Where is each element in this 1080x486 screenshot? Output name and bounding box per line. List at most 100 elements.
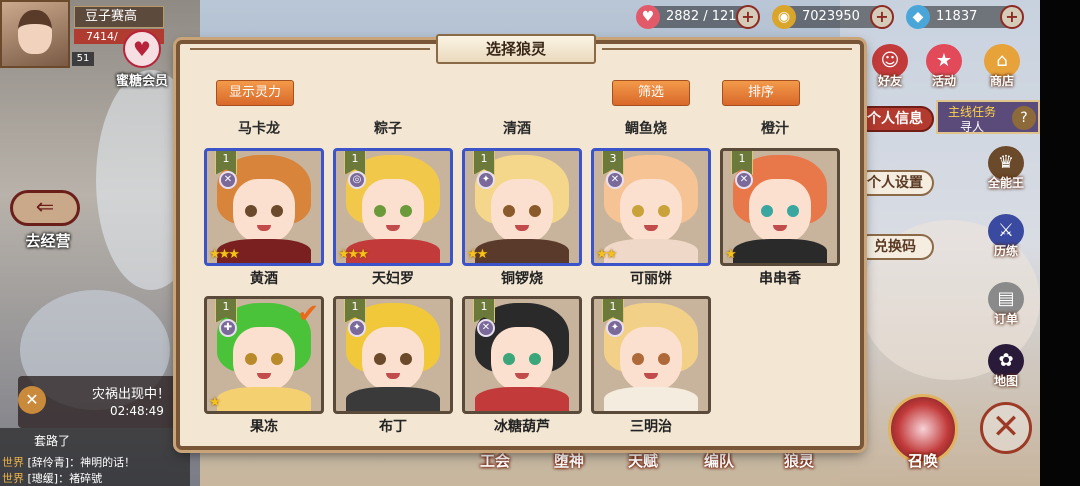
rarity-stars: ★ — [209, 395, 221, 410]
events-button[interactable]: ★ 活动 — [922, 44, 966, 89]
character-card[interactable]: 1 ✕ ★★★ — [204, 148, 324, 266]
element-icon: ✦ — [606, 319, 624, 337]
sort-button[interactable]: 排序 — [722, 80, 800, 106]
friends-label: 好友 — [877, 74, 902, 88]
training-label: 历练 — [993, 244, 1018, 258]
rarity-stars: ★★★ — [209, 247, 240, 262]
element-icon: ◎ — [348, 171, 366, 189]
stamina-value: 2882 / 121 — [666, 9, 737, 24]
card-name: 黄酒 — [250, 271, 278, 287]
element-icon: ✦ — [348, 319, 366, 337]
chat-text: [璁缓]：褚碎號 — [27, 472, 103, 485]
quest-name: 寻人 — [960, 120, 985, 134]
training-button[interactable]: ⚔ 历练 — [984, 214, 1028, 259]
screen-edge — [1040, 0, 1080, 486]
diamond-value: 11837 — [936, 9, 978, 24]
diamond-counter: ◆ 11837 + — [906, 5, 1024, 29]
element-icon: ✕ — [735, 171, 753, 189]
rarity-stars: ★★★ — [338, 247, 369, 262]
element-icon: ✚ — [219, 319, 237, 337]
player-avatar[interactable] — [0, 0, 70, 68]
chat-box[interactable]: 套路了 世界 [辞伶青]：神明的话！ 世界 [璁缓]：褚碎號 — [0, 428, 190, 486]
bottom-menu-wolf-spirit[interactable]: 狼灵 — [770, 450, 828, 471]
card-name: 三明治 — [630, 419, 672, 435]
go-camp-label: 去经营 — [25, 232, 71, 250]
chat-channel: 世界 — [2, 472, 24, 485]
close-icon[interactable]: ✕ — [18, 386, 46, 414]
character-card[interactable]: 1 ✕ — [462, 296, 582, 414]
bottom-menu-guild[interactable]: 工会 — [466, 450, 524, 471]
go-camp-button[interactable]: ⇐ 去经营 — [10, 190, 86, 260]
all-star-label: 全能王 — [987, 176, 1024, 190]
character-card[interactable]: 1 ✦ — [333, 296, 453, 414]
character-card[interactable]: 3 ✕ ★★ — [591, 148, 711, 266]
disaster-notice[interactable]: ✕ 灾祸出现中！ 02:48:49 — [18, 376, 190, 428]
chat-line: 套路了 — [34, 434, 71, 448]
gold-value: 7023950 — [802, 9, 860, 24]
lollipop-icon: ♥ — [123, 30, 161, 68]
card-name: 串串香 — [759, 271, 801, 287]
redeem-code-button[interactable]: 兑换码 — [856, 234, 934, 260]
diamond-icon: ◆ — [906, 5, 930, 29]
filter-button[interactable]: 筛选 — [612, 80, 690, 106]
bottom-menu-fallen-god[interactable]: 堕神 — [540, 450, 598, 471]
chat-channel: 世界 — [2, 456, 24, 469]
card-name: 橙汁 — [761, 121, 789, 137]
rarity-stars: ★★ — [467, 247, 488, 262]
character-card[interactable]: 1 ✕ ★ — [720, 148, 840, 266]
bottom-menu-talent[interactable]: 天赋 — [614, 450, 672, 471]
element-icon: ✕ — [477, 319, 495, 337]
card-name: 粽子 — [374, 121, 402, 137]
character-card[interactable]: 1 ✦ ★★ — [462, 148, 582, 266]
chat-text: [辞伶青]：神明的话！ — [27, 456, 136, 469]
disaster-title: 灾祸出现中！ — [92, 387, 171, 402]
player-name: 豆子赛高 — [74, 6, 164, 28]
personal-settings-button[interactable]: 个人设置 — [856, 170, 934, 196]
wolf-spirit-select-panel: 选择狼灵 显示灵力 筛选 排序 马卡龙 粽子 清酒 鲷鱼烧 橙汁 1 ✕ ★★★ 黄酒… — [176, 34, 864, 450]
help-icon[interactable]: ? — [1012, 106, 1036, 130]
card-name: 可丽饼 — [630, 271, 672, 287]
chat-line: 世界 [辞伶青]：神明的话！ — [2, 454, 135, 470]
shop-label: 商店 — [989, 74, 1014, 88]
disaster-timer: 02:48:49 — [110, 404, 164, 418]
panel-title: 选择狼灵 — [436, 34, 596, 64]
character-card[interactable]: 1 ✦ — [591, 296, 711, 414]
card-name: 天妇罗 — [372, 271, 414, 287]
friends-button[interactable]: ☺ 好友 — [868, 44, 912, 89]
orders-button[interactable]: ▤ 订单 — [984, 282, 1028, 327]
element-icon: ✕ — [219, 171, 237, 189]
personal-info-button[interactable]: 个人信息 — [856, 106, 934, 132]
shop-button[interactable]: ⌂ 商店 — [980, 44, 1024, 89]
card-name: 鲷鱼烧 — [625, 121, 667, 137]
character-card[interactable]: 1 ◎ ★★★ — [333, 148, 453, 266]
all-star-button[interactable]: ♛ 全能王 — [984, 146, 1028, 191]
bottom-menu-summon[interactable]: 召唤 — [894, 450, 952, 471]
element-icon: ✦ — [477, 171, 495, 189]
crossed-tools-icon[interactable]: ✕ — [980, 402, 1032, 454]
card-name: 冰糖葫芦 — [494, 419, 550, 435]
map-button[interactable]: ✿ 地图 — [984, 344, 1028, 389]
card-name: 果冻 — [250, 419, 278, 435]
chat-line: 世界 [璁缓]：褚碎號 — [2, 470, 102, 486]
bottom-menu-team[interactable]: 编队 — [690, 450, 748, 471]
gold-counter: ◉ 7023950 + — [772, 5, 894, 29]
events-label: 活动 — [931, 74, 956, 88]
scrolled-row-names: 马卡龙 粽子 清酒 鲷鱼烧 橙汁 — [200, 118, 840, 140]
card-name: 布丁 — [379, 419, 407, 435]
element-icon: ✕ — [606, 171, 624, 189]
card-name: 铜锣烧 — [501, 271, 543, 287]
coin-icon: ◉ — [772, 5, 796, 29]
vip-label: 蜜糖会员 — [115, 74, 168, 89]
add-diamond-button[interactable]: + — [1000, 5, 1024, 29]
arrow-left-icon: ⇐ — [10, 190, 80, 226]
checkmark-icon: ✔ — [297, 299, 319, 329]
show-power-button[interactable]: 显示灵力 — [216, 80, 294, 106]
add-gold-button[interactable]: + — [870, 5, 894, 29]
map-label: 地图 — [993, 374, 1018, 388]
character-card[interactable]: 1 ✚ ★ ✔ — [204, 296, 324, 414]
vip-button[interactable]: ♥ 蜜糖会员 — [112, 30, 172, 96]
heart-icon: ♥ — [636, 5, 660, 29]
main-quest-banner[interactable]: 主线任务 寻人 ? — [936, 100, 1040, 134]
add-stamina-button[interactable]: + — [736, 5, 760, 29]
rarity-stars: ★ — [725, 247, 737, 262]
